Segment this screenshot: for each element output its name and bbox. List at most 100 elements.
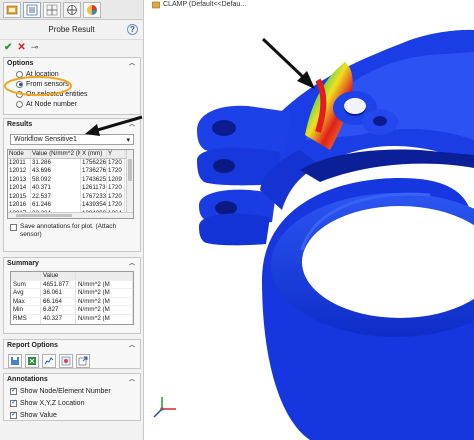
cell: 12014 bbox=[8, 184, 31, 193]
collapse-icon[interactable]: ︿ bbox=[129, 61, 137, 67]
vertical-scrollbar[interactable] bbox=[126, 150, 133, 218]
table-row[interactable]: 12013 58.092 1743625 1209 bbox=[8, 175, 133, 184]
cell: 12016 bbox=[8, 201, 31, 210]
option-at-node-number[interactable]: At Node number bbox=[4, 99, 140, 109]
cancel-button[interactable]: ✕ bbox=[17, 42, 25, 53]
sensor-dropdown-value: Workflow Sensitive1 bbox=[14, 136, 77, 143]
annotation-option[interactable]: Show Value bbox=[4, 409, 140, 421]
save-report-button[interactable] bbox=[8, 354, 22, 368]
summary-header[interactable]: Summary ︿ bbox=[4, 258, 140, 269]
feature-manager-tab[interactable] bbox=[3, 1, 21, 18]
stat-unit: N/mm^2 (M bbox=[76, 306, 133, 314]
panel-tab-bar bbox=[0, 0, 143, 20]
column-header bbox=[11, 272, 41, 280]
cell: 12013 bbox=[8, 175, 31, 184]
options-header[interactable]: Options ︿ bbox=[4, 58, 140, 69]
show-value-checkbox[interactable] bbox=[10, 410, 17, 419]
cell: 58.092 bbox=[31, 175, 81, 184]
cell: 1209 bbox=[107, 175, 125, 184]
display-manager-icon bbox=[87, 4, 97, 15]
summary-table-header: Value bbox=[11, 272, 133, 281]
table-row[interactable]: 12016 61.246 1439354 1720 bbox=[8, 201, 133, 210]
help-icon[interactable]: ? bbox=[127, 24, 138, 35]
callout-arrow bbox=[85, 115, 143, 136]
cell: 1720 bbox=[107, 201, 125, 210]
stat-value: 36.061 bbox=[41, 289, 76, 297]
column-header[interactable]: Y bbox=[107, 150, 125, 158]
horizontal-scrollbar[interactable] bbox=[8, 212, 133, 218]
column-header bbox=[76, 272, 133, 280]
axis-triad-icon bbox=[153, 397, 176, 418]
summary-table: Value Sum 4651.877 N/mm^2 (M Avg 36.061 N/mm… bbox=[10, 271, 134, 325]
panel-actions: ✔ ✕ ⊸ bbox=[0, 40, 143, 55]
cell: 1736276 bbox=[82, 167, 107, 176]
stat-name: RMS bbox=[11, 314, 41, 324]
report-options-header[interactable]: Report Options ︿ bbox=[4, 340, 140, 351]
plot-button[interactable] bbox=[42, 354, 56, 368]
annotation-option[interactable]: Show X,Y,Z Location bbox=[4, 397, 140, 409]
annotation-label: Show Value bbox=[20, 411, 57, 419]
annotations-section: Annotations ︿ Show Node/Element Number S… bbox=[3, 373, 141, 421]
stat-unit: N/mm^2 (M bbox=[76, 280, 133, 289]
column-header[interactable]: Node bbox=[8, 150, 31, 158]
cell: 1743625 bbox=[82, 175, 107, 184]
property-manager-tab[interactable] bbox=[23, 1, 41, 18]
annotation-label: Show X,Y,Z Location bbox=[20, 399, 85, 407]
report-image-button[interactable] bbox=[59, 354, 73, 368]
annotations-header[interactable]: Annotations ︿ bbox=[4, 374, 140, 385]
property-manager-icon bbox=[26, 4, 38, 15]
graphics-viewport[interactable]: CLAMP (Default<<Defau... bbox=[144, 0, 474, 440]
options-heading: Options bbox=[7, 60, 34, 67]
cell: 1720 bbox=[107, 158, 125, 167]
annotation-option[interactable]: Show Node/Element Number bbox=[4, 385, 140, 397]
ok-button[interactable]: ✔ bbox=[4, 42, 12, 53]
collapse-icon[interactable]: ︿ bbox=[129, 343, 137, 349]
summary-section: Summary ︿ Value Sum 4651.877 N/mm^2 (M Avg… bbox=[3, 257, 141, 334]
stat-unit: N/mm^2 (M bbox=[76, 314, 133, 324]
show-node-number-checkbox[interactable] bbox=[10, 386, 17, 395]
cell: 43.696 bbox=[31, 167, 81, 176]
collapse-icon[interactable]: ︿ bbox=[129, 377, 137, 383]
cell: 12015 bbox=[8, 192, 31, 201]
table-row[interactable]: 12011 31.286 1756226 1720 bbox=[8, 158, 133, 167]
table-row[interactable]: 12014 40.371 1261173 1720 bbox=[8, 184, 133, 193]
annotation-label: Show Node/Element Number bbox=[20, 387, 111, 395]
summary-row: Max 66.164 N/mm^2 (M bbox=[11, 297, 133, 307]
panel-title-bar: Probe Result ? bbox=[0, 20, 143, 40]
cell: 1720 bbox=[107, 184, 125, 193]
save-annotations-checkbox[interactable] bbox=[10, 224, 17, 231]
feature-manager-icon bbox=[6, 5, 18, 14]
stat-name: Min bbox=[11, 306, 41, 314]
table-row[interactable]: 12015 22.537 1767233 1720 bbox=[8, 192, 133, 201]
excel-button[interactable] bbox=[25, 354, 39, 368]
cell: 1439354 bbox=[82, 201, 107, 210]
report-options-heading: Report Options bbox=[7, 342, 58, 349]
stat-value: 66.164 bbox=[41, 297, 76, 306]
stat-unit: N/mm^2 (M bbox=[76, 297, 133, 306]
stat-unit: N/mm^2 (M bbox=[76, 289, 133, 297]
summary-row: Avg 36.061 N/mm^2 (M bbox=[11, 289, 133, 298]
show-xyz-location-checkbox[interactable] bbox=[10, 398, 17, 407]
summary-row: Min 6.827 N/mm^2 (M bbox=[11, 306, 133, 315]
collapse-icon[interactable]: ︿ bbox=[129, 261, 137, 267]
dimxpert-tab[interactable] bbox=[63, 1, 81, 18]
radio-at-node-number[interactable] bbox=[16, 100, 23, 108]
export-button[interactable] bbox=[76, 354, 90, 368]
summary-row: Sum 4651.877 N/mm^2 (M bbox=[11, 280, 133, 290]
save-annotations-option[interactable]: Save annotations for plot. (Attach senso… bbox=[4, 223, 140, 239]
column-header[interactable]: Value (N/mm^2 (MPa)) bbox=[31, 150, 81, 158]
report-options-section: Report Options ︿ bbox=[3, 339, 141, 369]
table-row[interactable]: 12012 43.696 1736276 1720 bbox=[8, 167, 133, 176]
stat-value: 40.327 bbox=[41, 314, 76, 324]
report-buttons bbox=[4, 351, 140, 371]
results-table[interactable]: Node Value (N/mm^2 (MPa)) X (mm) Y 12011… bbox=[7, 149, 134, 219]
configuration-manager-tab[interactable] bbox=[43, 1, 61, 18]
column-header[interactable]: X (mm) bbox=[81, 150, 107, 158]
cell: 22.537 bbox=[31, 192, 81, 201]
pin-button[interactable]: ⊸ bbox=[31, 42, 39, 53]
dimxpert-icon bbox=[67, 4, 77, 15]
display-manager-tab[interactable] bbox=[83, 1, 101, 18]
save-annotations-label: Save annotations for plot. (Attach senso… bbox=[20, 223, 117, 238]
results-table-header: Node Value (N/mm^2 (MPa)) X (mm) Y bbox=[8, 150, 133, 159]
report-image-icon bbox=[61, 356, 71, 366]
